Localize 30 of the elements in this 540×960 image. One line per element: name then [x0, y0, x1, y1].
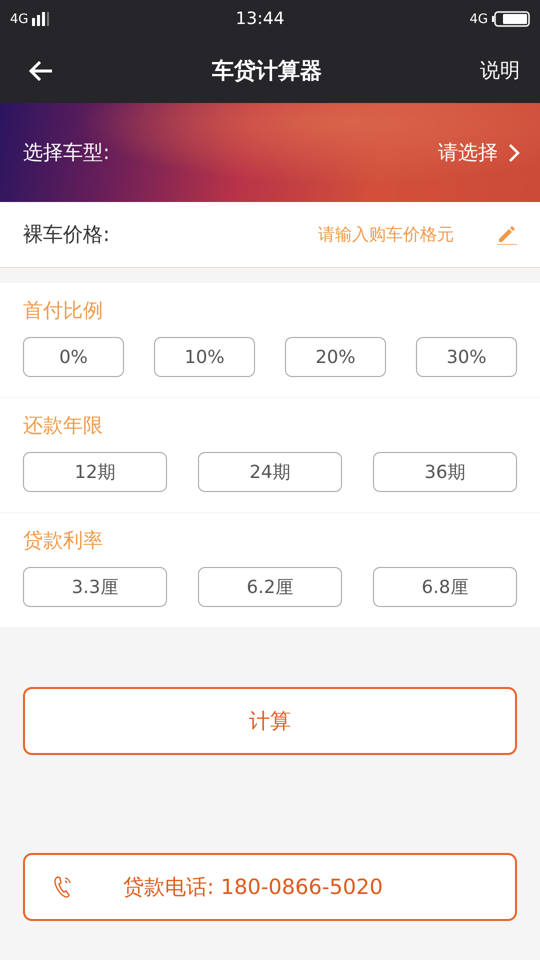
- signal-icon: [32, 12, 50, 26]
- option-button[interactable]: 10%: [154, 337, 255, 377]
- calculate-button[interactable]: 计算: [23, 687, 517, 755]
- option-button[interactable]: 6.2厘: [198, 567, 342, 607]
- car-model-select[interactable]: 请选择: [438, 139, 520, 166]
- phone-button[interactable]: 贷款电话: 180-0866-5020: [23, 853, 517, 921]
- option-button[interactable]: 6.8厘: [373, 567, 517, 607]
- option-button[interactable]: 24期: [198, 452, 342, 492]
- price-input[interactable]: 请输入购车价格元: [120, 224, 456, 246]
- option-button[interactable]: 36期: [373, 452, 517, 492]
- option-button[interactable]: 3.3厘: [23, 567, 167, 607]
- price-label: 裸车价格:: [23, 221, 110, 248]
- section-title: 贷款利率: [23, 527, 104, 554]
- battery-icon: [492, 11, 530, 27]
- option-button[interactable]: 12期: [23, 452, 167, 492]
- network-label: 4G: [10, 12, 28, 26]
- option-button[interactable]: 0%: [23, 337, 124, 377]
- option-button[interactable]: 30%: [416, 337, 517, 377]
- status-time: 13:44: [236, 9, 284, 29]
- help-link[interactable]: 说明: [480, 57, 520, 84]
- phone-icon: [53, 875, 73, 899]
- back-arrow-icon[interactable]: [28, 60, 54, 82]
- chevron-icon: [508, 142, 520, 162]
- car-model-label: 选择车型:: [23, 139, 110, 166]
- pencil-icon: [496, 224, 518, 246]
- network-label: 4G: [470, 12, 488, 26]
- option-button[interactable]: 20%: [285, 337, 386, 377]
- page-title: 车贷计算器: [212, 58, 322, 86]
- section-title: 首付比例: [23, 297, 104, 324]
- section-title: 还款年限: [23, 412, 104, 439]
